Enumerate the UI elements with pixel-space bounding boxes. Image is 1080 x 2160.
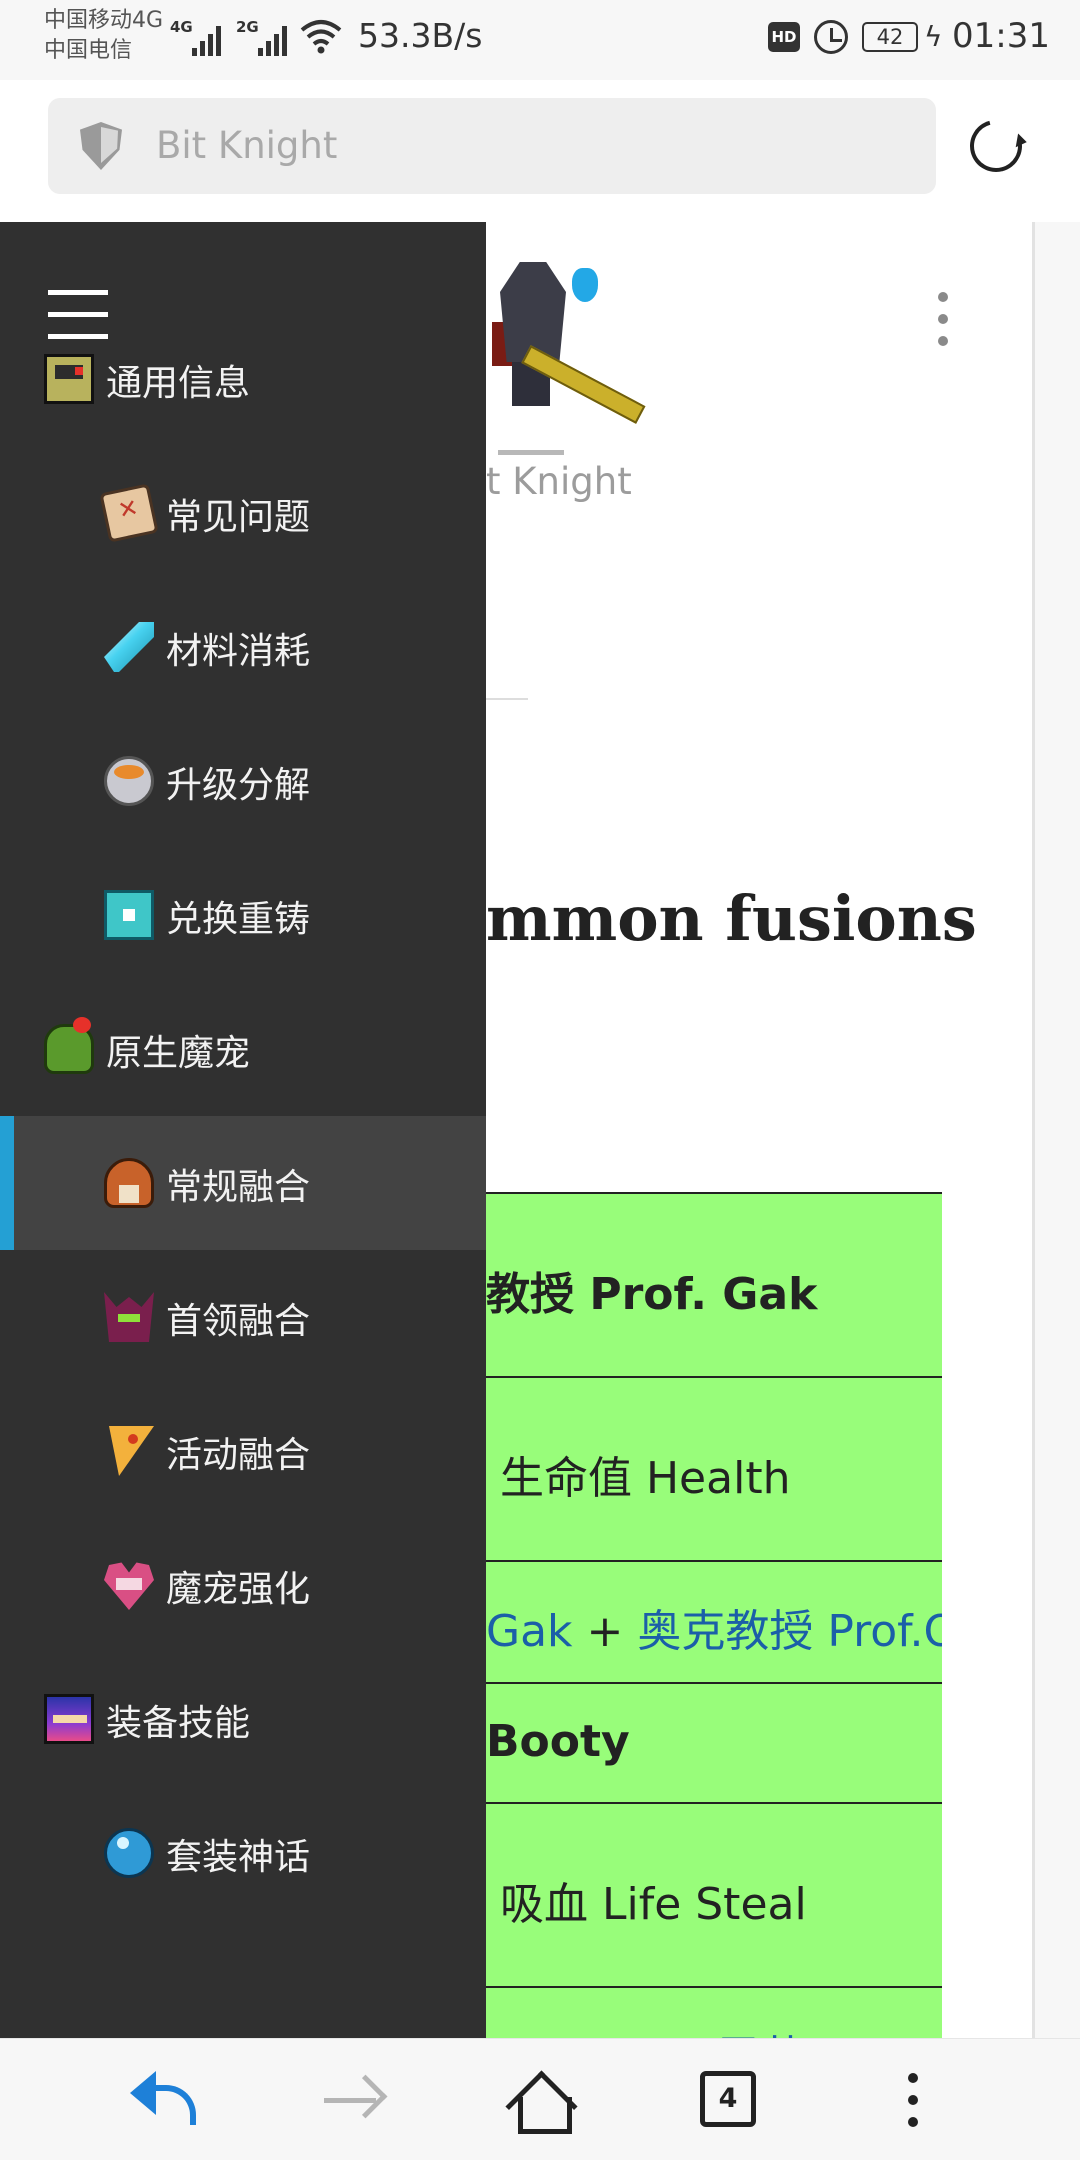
wifi-icon bbox=[300, 20, 342, 54]
table-row: 生命值 Health bbox=[486, 1378, 942, 1562]
drawer-item-label: 通用信息 bbox=[106, 363, 251, 404]
drawer-item-label: 装备技能 bbox=[106, 1703, 251, 1744]
tabs-button[interactable]: 4 bbox=[700, 2071, 756, 2127]
drawer-item[interactable]: 活动融合 bbox=[0, 1384, 486, 1518]
status-bar: 中国移动4G 中国电信 4G 2G 53.3B/s HD 42 ϟ 01:31 bbox=[0, 0, 1080, 80]
alarm-icon bbox=[814, 20, 848, 54]
carrier-name-1: 中国移动4G bbox=[44, 8, 164, 33]
orb-icon bbox=[104, 1828, 154, 1878]
section-heading: mmon fusions bbox=[486, 882, 977, 955]
bottom-toolbar: 4 bbox=[0, 2038, 1080, 2160]
scroll-icon bbox=[99, 483, 159, 543]
drawer-item[interactable]: 兑换重铸 bbox=[0, 848, 486, 982]
more-menu-button[interactable] bbox=[906, 2067, 920, 2133]
drawer-item[interactable]: 魔宠强化 bbox=[0, 1518, 486, 1652]
pizza-icon bbox=[109, 1426, 154, 1476]
network-speed: 53.3B/s bbox=[358, 16, 483, 55]
cell-text: + bbox=[572, 1606, 638, 1657]
drawer-item[interactable]: 常见问题 bbox=[0, 446, 486, 580]
carrier-name-2: 中国电信 bbox=[44, 38, 133, 63]
forward-button[interactable] bbox=[318, 2067, 388, 2133]
drawer-item[interactable]: 原生魔宠 bbox=[0, 982, 486, 1116]
cell-text: 生命值 Health bbox=[486, 1453, 791, 1504]
table-cell-text: 教授 Prof. Gak bbox=[486, 1258, 817, 1322]
drawer-item-label: 魔宠强化 bbox=[166, 1569, 311, 1610]
charging-icon: ϟ bbox=[924, 20, 943, 53]
drawer-item[interactable]: 常规融合 bbox=[0, 1116, 486, 1250]
url-bar[interactable]: Bit Knight bbox=[48, 98, 936, 194]
sim2-network-tag: 2G bbox=[236, 18, 259, 36]
hd-icon: HD bbox=[768, 22, 800, 52]
url-text: Bit Knight bbox=[156, 124, 338, 167]
battery-level: 42 bbox=[862, 22, 918, 52]
drawer-item[interactable]: 通用信息 bbox=[0, 312, 486, 446]
drawer-item-label: 兑换重铸 bbox=[166, 899, 311, 940]
chest-icon bbox=[104, 890, 154, 940]
pet-link[interactable]: Gak bbox=[486, 1606, 573, 1657]
drawer-item-label: 活动融合 bbox=[166, 1435, 311, 1476]
page-menu-icon[interactable] bbox=[938, 292, 948, 348]
drawer-item[interactable]: 材料消耗 bbox=[0, 580, 486, 714]
nav-drawer: 通用信息常见问题材料消耗升级分解兑换重铸原生魔宠常规融合首领融合活动融合魔宠强化… bbox=[0, 222, 486, 2038]
logo-underline bbox=[498, 450, 564, 455]
drawer-item-label: 升级分解 bbox=[166, 765, 311, 806]
drawer-item-label: 首领融合 bbox=[166, 1301, 311, 1342]
fusion-table: 教授 Prof. Gak 生命值 Health Gak + 奥克教授 Prof.O… bbox=[486, 1192, 942, 2160]
card-icon bbox=[44, 1694, 94, 1744]
table-row: Gak + 奥克教授 Prof.O bbox=[486, 1562, 942, 1684]
divider bbox=[486, 698, 528, 700]
drawer-item-label: 材料消耗 bbox=[166, 631, 311, 672]
table-cell-text: 吸血 Life Steal bbox=[486, 1868, 807, 1932]
carrier-info: 中国移动4G 中国电信 bbox=[44, 6, 163, 66]
signal-bars-icon bbox=[258, 22, 294, 56]
site-title: t Knight bbox=[486, 460, 632, 503]
drawer-item[interactable]: 装备技能 bbox=[0, 1652, 486, 1786]
table-row: Booty bbox=[486, 1684, 942, 1804]
sim1-network-tag: 4G bbox=[170, 18, 193, 36]
bit-knight-logo bbox=[478, 252, 648, 424]
clock: 01:31 bbox=[952, 16, 1050, 56]
cell-text: Prof. Gak bbox=[589, 1269, 818, 1320]
drawer-item-label: 常见问题 bbox=[166, 497, 311, 538]
reload-icon[interactable] bbox=[960, 110, 1032, 182]
pot-icon bbox=[104, 756, 154, 806]
shield-icon bbox=[80, 122, 122, 170]
cell-text: Booty bbox=[486, 1716, 630, 1767]
frog-icon bbox=[44, 1017, 94, 1074]
mushroom-icon bbox=[104, 1158, 154, 1208]
cell-text: 吸血 Life Steal bbox=[486, 1879, 807, 1930]
drawer-item[interactable]: 套装神话 bbox=[0, 1786, 486, 1920]
drawer-item-label: 原生魔宠 bbox=[106, 1033, 251, 1074]
table-row: 吸血 Life Steal bbox=[486, 1804, 942, 1988]
demon-icon bbox=[104, 1292, 154, 1342]
drawer-item-label: 套装神话 bbox=[166, 1837, 311, 1878]
home-button[interactable] bbox=[506, 2067, 576, 2134]
table-row: 教授 Prof. Gak bbox=[486, 1194, 942, 1378]
table-cell-text: 生命值 Health bbox=[486, 1442, 790, 1506]
heart-icon bbox=[104, 1562, 154, 1610]
page-edge bbox=[1032, 222, 1035, 2038]
table-cell-text: Booty bbox=[486, 1716, 630, 1767]
back-button[interactable] bbox=[130, 2067, 200, 2133]
robot-icon bbox=[44, 354, 94, 404]
crystal-icon bbox=[104, 622, 154, 672]
cell-text: 教授 bbox=[486, 1269, 590, 1320]
drawer-item[interactable]: 首领融合 bbox=[0, 1250, 486, 1384]
drawer-item[interactable]: 升级分解 bbox=[0, 714, 486, 848]
browser-toolbar: Bit Knight bbox=[0, 80, 1080, 222]
pet-link[interactable]: 奥克教授 Prof.O bbox=[637, 1606, 942, 1657]
drawer-item-label: 常规融合 bbox=[166, 1167, 311, 1208]
signal-bars-icon bbox=[192, 22, 228, 56]
table-cell-text: Gak + 奥克教授 Prof.O bbox=[486, 1595, 942, 1659]
